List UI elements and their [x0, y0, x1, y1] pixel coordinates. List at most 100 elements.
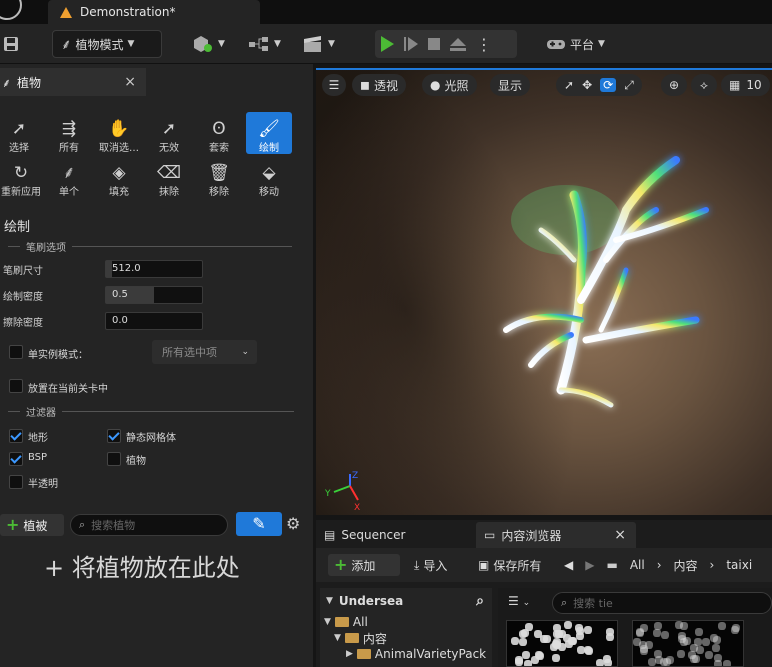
thumbnail-speck	[675, 621, 683, 629]
rotate-icon[interactable]: ⟳	[600, 78, 617, 92]
single-instance-dropdown[interactable]: 所有选中项 ⌄	[152, 340, 257, 364]
brush-options-group[interactable]: 笔刷选项	[8, 239, 292, 254]
mode-dropdown[interactable]: ⸙ 植物模式 ▼	[52, 30, 162, 58]
sequencer-icon: ▤	[324, 528, 336, 542]
save-all-button[interactable]: ▣ 保存所有	[478, 554, 541, 576]
blueprint-button[interactable]: ▼	[248, 30, 281, 58]
gamepad-icon	[547, 40, 565, 49]
thumbnail-speck	[640, 624, 648, 632]
surface-snap-button[interactable]: ⟡	[691, 74, 717, 96]
filter-landscape-checkbox[interactable]	[9, 429, 23, 443]
place-in-level-label: 放置在当前关卡中	[28, 384, 108, 395]
filter-translucent-checkbox[interactable]	[9, 475, 23, 489]
stop-icon[interactable]	[428, 38, 440, 50]
document-tab[interactable]: Demonstration*	[48, 0, 260, 24]
tree-item[interactable]: ▼ 内容	[320, 630, 492, 646]
tool-remove[interactable]: 🗑 移除	[196, 158, 242, 198]
lighting-button[interactable]: ● 光照	[422, 74, 477, 96]
thumbnail-speck	[702, 638, 710, 646]
tool-invalid[interactable]: ➚ 无效	[146, 114, 192, 154]
plus-icon: +	[6, 515, 20, 534]
tool-erase[interactable]: ⌫ 抹除	[146, 158, 192, 198]
thumbnail-speck	[584, 646, 592, 654]
add-foliage-button[interactable]: + 植被	[0, 514, 64, 536]
thumbnail-speck	[576, 632, 584, 640]
single-icon: ⸙	[62, 163, 76, 183]
breadcrumb-item[interactable]: 内容	[674, 557, 698, 574]
tree-item[interactable]: ▶ AnimalVarietyPack	[320, 646, 492, 662]
unreal-logo-icon[interactable]	[0, 0, 22, 20]
thumbnail-speck	[680, 638, 688, 646]
filter-group[interactable]: 过滤器	[8, 404, 294, 419]
save-button[interactable]	[2, 30, 20, 58]
erase-density-field[interactable]: 0.0	[105, 312, 203, 330]
tool-move[interactable]: ⬙ 移动	[246, 158, 292, 198]
eject-icon[interactable]	[450, 37, 466, 51]
tree-item[interactable]: ▼ All	[320, 614, 492, 630]
tool-label: 移动	[259, 187, 279, 198]
tool-select[interactable]: ➚ 选择	[0, 114, 42, 154]
grid-snap-button[interactable]: ▦ 10	[721, 74, 770, 96]
more-options-icon[interactable]: ⋮	[476, 35, 492, 54]
filter-button[interactable]: ☰ ⌄	[508, 594, 530, 608]
tool-single[interactable]: ⸙ 单个	[46, 158, 92, 198]
asset-thumbnail[interactable]	[506, 620, 618, 667]
asset-search-input[interactable]: ⌕ 搜索 tie	[552, 592, 772, 614]
tool-paint[interactable]: 🖌 绘制	[246, 112, 292, 154]
tool-label: 抹除	[159, 187, 179, 198]
translate-icon[interactable]: ✥	[582, 78, 592, 92]
add-actor-button[interactable]: ▼	[192, 30, 225, 58]
filter-foliage-checkbox[interactable]	[107, 452, 121, 466]
single-instance-checkbox[interactable]	[9, 345, 23, 359]
platform-button[interactable]: 平台 ▼	[546, 30, 605, 58]
breadcrumb-item[interactable]: All	[630, 558, 645, 572]
filter-bsp-checkbox[interactable]	[9, 452, 23, 466]
level-viewport[interactable]: ☰ ◼ 透视 ● 光照 显示 ➚ ✥ ⟳ ⤢ ⊕ ⟡ ▦ 10 Z Y X	[316, 68, 772, 515]
tab-content-browser[interactable]: ▭ 内容浏览器 ×	[476, 522, 636, 548]
thumbnail-speck	[696, 646, 704, 654]
filter-static-mesh-checkbox[interactable]	[107, 429, 121, 443]
filter-static-mesh-label: 静态网格体	[126, 433, 176, 444]
place-in-level-checkbox[interactable]	[9, 379, 23, 393]
tool-lasso[interactable]: ʘ 套索	[196, 114, 242, 154]
folder-tree: ▼ Undersea ⌕ ▼ All ▼ 内容 ▶ AnimalVarietyP…	[320, 588, 492, 667]
tree-header[interactable]: ▼ Undersea ⌕	[320, 588, 492, 614]
close-icon[interactable]: ×	[614, 527, 626, 543]
svg-text:Y: Y	[324, 489, 331, 499]
scale-icon[interactable]: ⤢	[624, 78, 634, 93]
tool-deselect[interactable]: ✋ 取消选…	[96, 114, 142, 154]
perspective-button[interactable]: ◼ 透视	[352, 74, 406, 96]
tab-sequencer[interactable]: ▤ Sequencer	[316, 522, 476, 548]
thumbnail-speck	[540, 635, 548, 643]
select-mode-icon[interactable]: ➚	[564, 78, 574, 92]
lasso-icon: ʘ	[212, 119, 226, 139]
breadcrumb-item[interactable]: taixi	[726, 558, 752, 572]
foliage-drop-zone[interactable]: + 将植物放在此处	[44, 548, 240, 583]
gear-icon[interactable]: ⚙	[286, 514, 300, 533]
world-local-button[interactable]: ⊕	[661, 74, 687, 96]
viewport-menu-button[interactable]: ☰	[322, 74, 346, 96]
paint-section-title: 绘制	[4, 220, 31, 235]
asset-thumbnail[interactable]	[632, 620, 744, 667]
tool-all[interactable]: ⇶ 所有	[46, 114, 92, 154]
edit-brush-icon: ✎	[252, 514, 266, 533]
paint-density-field[interactable]: 0.5	[105, 286, 203, 304]
panel-tab-foliage[interactable]: ⸙ 植物 ×	[0, 68, 146, 96]
search-icon[interactable]: ⌕	[476, 593, 484, 609]
add-button[interactable]: + 添加	[328, 554, 400, 576]
close-icon[interactable]: ×	[124, 74, 136, 90]
brush-icon: 🖌	[258, 119, 280, 139]
forward-icon[interactable]: ▶	[585, 558, 594, 572]
play-icon[interactable]	[381, 36, 394, 52]
foliage-search-input[interactable]: ⌕ 搜索植物	[70, 514, 228, 536]
step-icon[interactable]	[404, 37, 418, 51]
brush-size-field[interactable]: 512.0	[105, 260, 203, 278]
paint-toggle-button[interactable]: ✎	[236, 512, 282, 536]
back-icon[interactable]: ◀	[564, 558, 573, 572]
show-button[interactable]: 显示	[490, 74, 531, 96]
import-button[interactable]: ⤓ 导入	[414, 554, 447, 576]
tool-fill[interactable]: ◈ 填充	[96, 158, 142, 198]
svg-text:Z: Z	[352, 471, 358, 481]
tool-reapply[interactable]: ↻ 重新应用	[0, 158, 46, 198]
cinematics-button[interactable]: ▼	[302, 30, 335, 58]
